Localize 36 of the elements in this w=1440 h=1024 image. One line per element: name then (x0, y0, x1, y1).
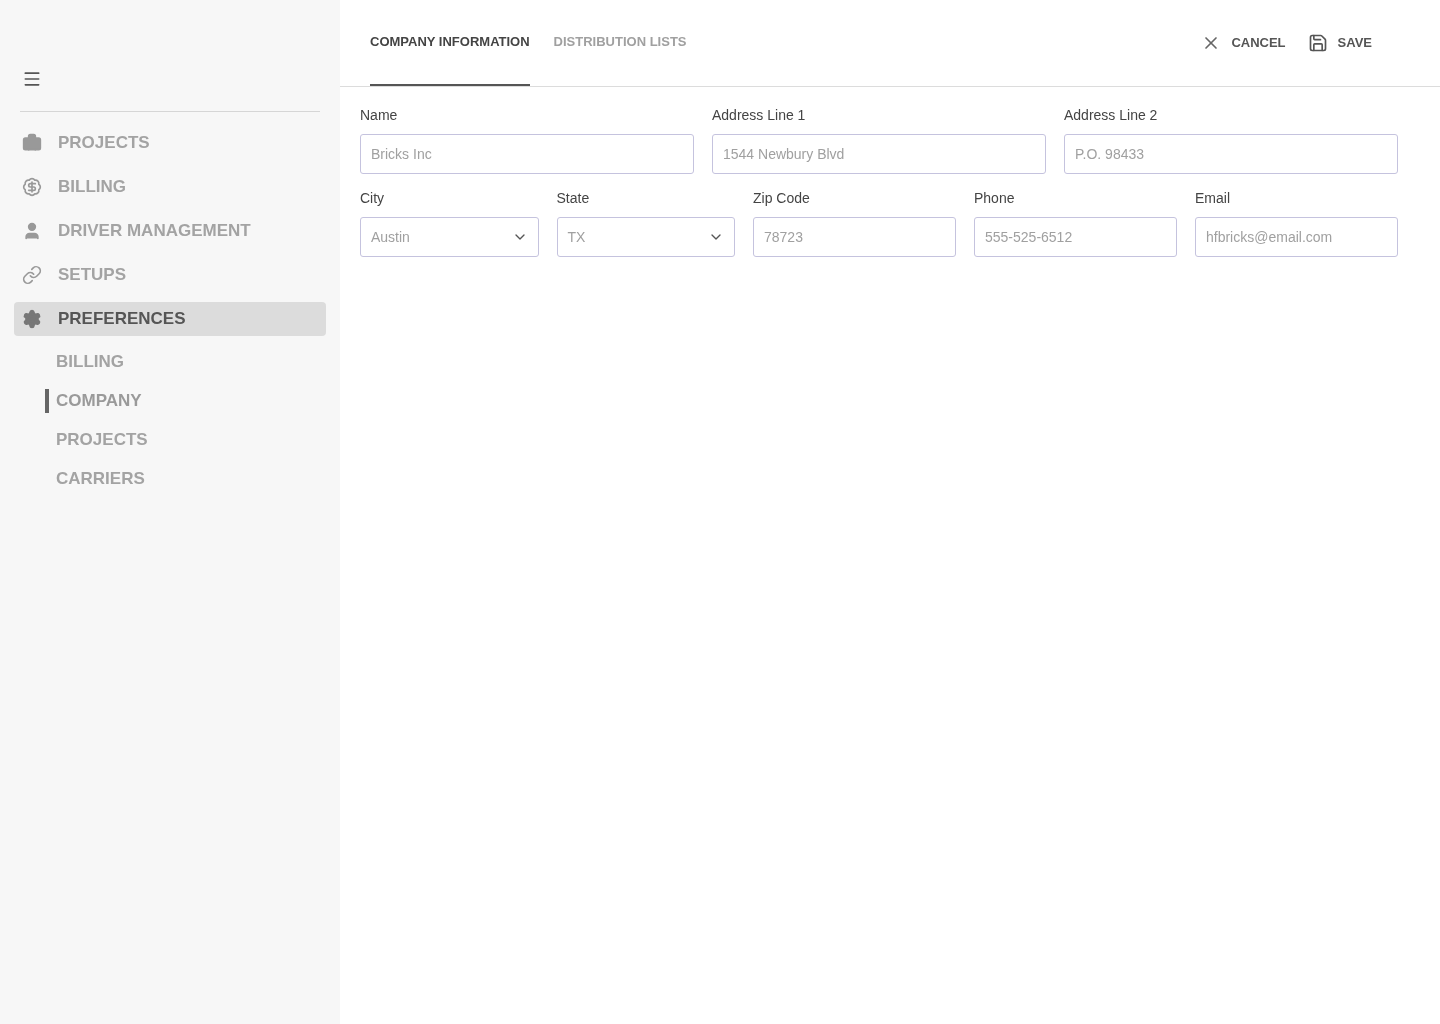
dollar-bill-icon (22, 177, 42, 197)
field-label: Address Line 2 (1064, 106, 1159, 125)
input-field[interactable]: 555-525-6512 (974, 217, 1177, 257)
input-field[interactable]: 1544 Newbury Blvd (712, 134, 1046, 174)
menu-icon[interactable] (22, 69, 42, 89)
field-label: State (556, 189, 591, 208)
input-field[interactable]: hfbricks@email.com (1195, 217, 1398, 257)
field-label: Zip Code (753, 189, 811, 208)
submenu-item[interactable]: COMPANY (45, 388, 142, 413)
dropdown-field[interactable]: Austin (360, 217, 539, 257)
field-label: Address Line 1 (712, 106, 807, 125)
person-icon (22, 221, 42, 241)
field-label: Phone (974, 189, 1016, 208)
dropdown-field[interactable]: TX (556, 217, 735, 257)
sidebar-item[interactable]: SETUPS (14, 258, 326, 292)
input-field[interactable]: 78723 (753, 217, 956, 257)
input-field[interactable]: Bricks Inc (360, 134, 694, 174)
sidebar-item[interactable]: PREFERENCES (14, 302, 326, 336)
settings-icon (22, 309, 42, 329)
input-field[interactable]: P.O. 98433 (1064, 134, 1398, 174)
sidebar-item[interactable]: DRIVER MANAGEMENT (14, 214, 326, 248)
save-button[interactable]: SAVE (1307, 33, 1372, 53)
submenu-item[interactable]: BILLING (45, 349, 124, 374)
cancel-button[interactable]: CANCEL (1201, 33, 1286, 53)
tab[interactable]: DISTRIBUTION LISTS (553, 0, 687, 86)
link-icon (22, 265, 42, 285)
save-icon (1307, 33, 1328, 53)
sidebar-item[interactable]: PROJECTS (14, 126, 326, 160)
briefcase-icon (22, 133, 42, 153)
submenu-item[interactable]: PROJECTS (45, 427, 148, 452)
field-label: Email (1195, 189, 1231, 208)
field-label: Name (360, 106, 399, 125)
tab[interactable]: COMPANY INFORMATION (370, 0, 530, 86)
field-label: City (360, 189, 386, 208)
submenu-item[interactable]: CARRIERS (45, 466, 145, 491)
sidebar-item[interactable]: BILLING (14, 170, 326, 204)
